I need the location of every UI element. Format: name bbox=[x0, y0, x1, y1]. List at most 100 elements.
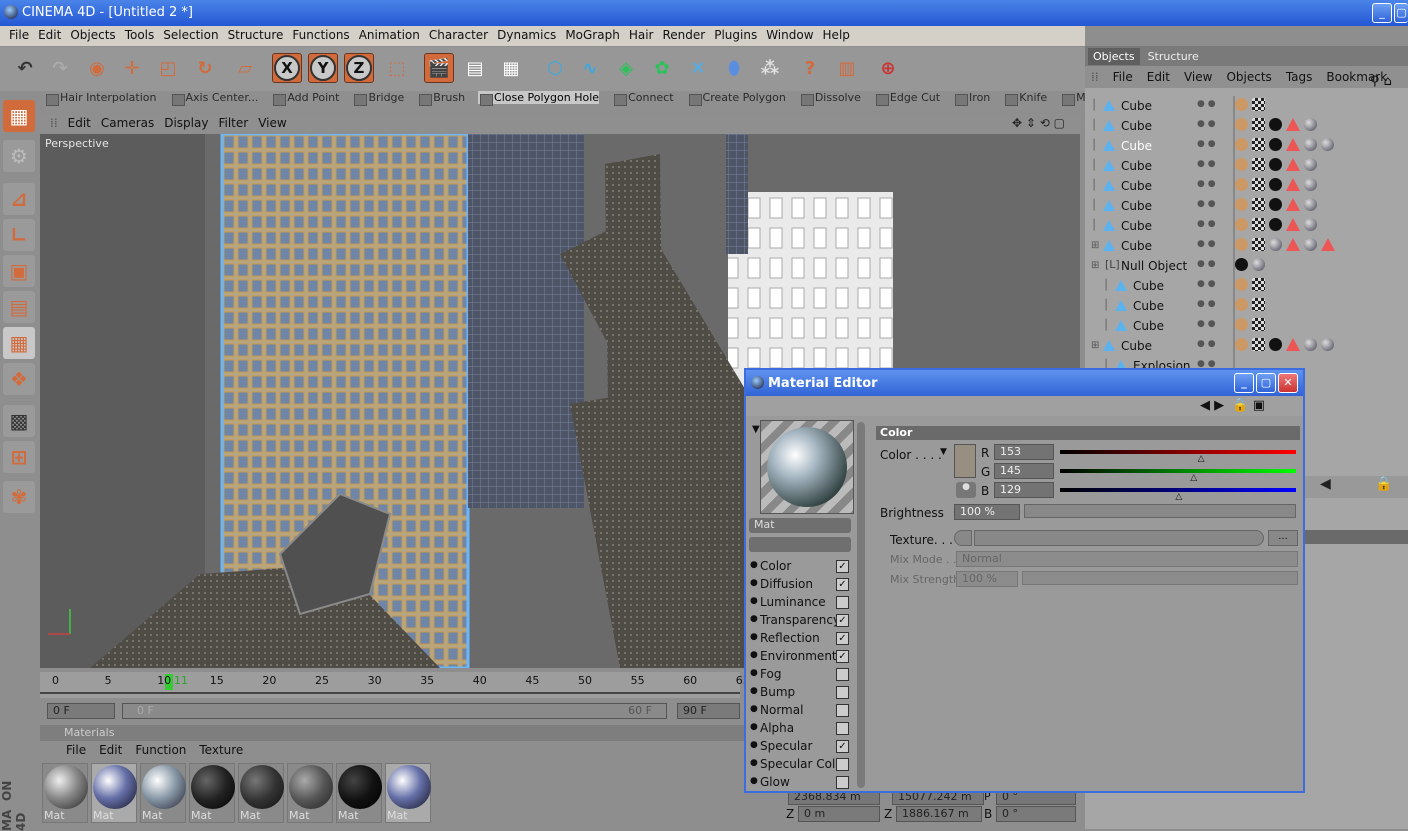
end-frame-field[interactable]: 90 F bbox=[677, 703, 740, 719]
objects-menu-objects[interactable]: Objects bbox=[1226, 66, 1271, 84]
web-icon[interactable]: ⊕ bbox=[873, 53, 903, 83]
materials-menu-file[interactable]: File bbox=[66, 743, 86, 757]
channel-checkbox[interactable] bbox=[836, 758, 849, 771]
tag-icon[interactable] bbox=[1235, 238, 1248, 251]
scene-object-icon[interactable]: ⬮ bbox=[719, 53, 749, 83]
visibility-dots-icon[interactable]: ● ● bbox=[1197, 299, 1216, 309]
objects-menu-view[interactable]: View bbox=[1184, 66, 1212, 84]
mix-strength-field[interactable]: 100 % bbox=[956, 571, 1018, 587]
viewport-menu-filter[interactable]: Filter bbox=[218, 114, 248, 130]
visibility-dots-icon[interactable]: ● ● bbox=[1197, 139, 1216, 149]
tool-hair-interpolation[interactable]: Hair Interpolation bbox=[44, 91, 157, 106]
tag-icon[interactable] bbox=[1269, 198, 1282, 211]
color-swatch[interactable] bbox=[954, 444, 976, 478]
tag-icon[interactable] bbox=[1269, 118, 1282, 131]
object-row[interactable]: │ Cube ● ● bbox=[1085, 176, 1408, 196]
tree-expander-icon[interactable]: │ bbox=[1103, 280, 1109, 291]
tag-icon[interactable] bbox=[1286, 198, 1300, 211]
r-slider-knob[interactable]: △ bbox=[1198, 454, 1205, 464]
menu-window[interactable]: Window bbox=[757, 26, 813, 42]
material-ball[interactable] bbox=[289, 765, 333, 809]
channel-checkbox[interactable] bbox=[836, 776, 849, 789]
nurbs-icon[interactable]: ◈ bbox=[611, 53, 641, 83]
texture-browse-button[interactable]: ... bbox=[1268, 530, 1298, 546]
tree-expander-icon[interactable]: │ bbox=[1103, 320, 1109, 331]
object-row[interactable]: │ Cube ● ● bbox=[1085, 276, 1408, 296]
tag-icon[interactable] bbox=[1235, 178, 1248, 191]
texture-arrow[interactable] bbox=[954, 530, 972, 546]
visibility-dots-icon[interactable]: ● ● bbox=[1197, 339, 1216, 349]
visibility-dots-icon[interactable]: ● ● bbox=[1197, 259, 1216, 269]
object-row[interactable]: │ Cube ● ● bbox=[1085, 316, 1408, 336]
tag-icon[interactable] bbox=[1304, 198, 1317, 211]
z-coord[interactable]: 0 m bbox=[798, 806, 880, 822]
layout-icon[interactable]: ▦ bbox=[3, 100, 35, 132]
menu-plugins[interactable]: Plugins bbox=[705, 26, 757, 42]
tree-expander-icon[interactable]: │ bbox=[1091, 120, 1097, 131]
object-row[interactable]: │ Cube ● ● bbox=[1085, 96, 1408, 116]
visibility-dots-icon[interactable]: ● ● bbox=[1197, 179, 1216, 189]
object-row[interactable]: │ Cube ● ● bbox=[1085, 196, 1408, 216]
editor-maximize-icon[interactable]: ▢ bbox=[1256, 373, 1276, 393]
tag-icon[interactable] bbox=[1235, 338, 1248, 351]
objects-menu-file[interactable]: File bbox=[1113, 66, 1133, 84]
minimize-icon[interactable]: _ bbox=[1372, 3, 1392, 23]
redo-icon[interactable]: ↷ bbox=[45, 53, 75, 83]
tag-icon[interactable] bbox=[1286, 138, 1300, 151]
maximize-icon[interactable]: ▢ bbox=[1394, 3, 1408, 23]
g-slider-knob[interactable]: △ bbox=[1190, 473, 1197, 483]
tag-icon[interactable] bbox=[1252, 338, 1265, 351]
color-picker-button[interactable]: ● bbox=[956, 482, 976, 498]
channel-checkbox[interactable] bbox=[836, 668, 849, 681]
use-model-icon[interactable]: ⚙ bbox=[3, 140, 35, 172]
tag-icon[interactable] bbox=[1286, 218, 1300, 231]
tag-icon[interactable] bbox=[1252, 158, 1265, 171]
object-row[interactable]: │ Cube ● ● bbox=[1085, 136, 1408, 156]
tag-icon[interactable] bbox=[1304, 138, 1317, 151]
tag-icon[interactable] bbox=[1235, 318, 1248, 331]
channel-fog[interactable]: ● Fog bbox=[750, 666, 850, 683]
tag-icon[interactable] bbox=[1321, 338, 1334, 351]
menu-hair[interactable]: Hair bbox=[620, 26, 654, 42]
menu-render[interactable]: Render bbox=[653, 26, 705, 42]
channel-checkbox[interactable] bbox=[836, 704, 849, 717]
tag-icon[interactable] bbox=[1252, 178, 1265, 191]
materials-menu-function[interactable]: Function bbox=[135, 743, 186, 757]
tag-icon[interactable] bbox=[1235, 298, 1248, 311]
channel-transparency[interactable]: ● Transparency ✓ bbox=[750, 612, 850, 629]
brightness-field[interactable]: 100 % bbox=[954, 504, 1020, 520]
model-mode-icon[interactable]: ∟ bbox=[3, 219, 35, 251]
tag-icon[interactable] bbox=[1252, 258, 1265, 271]
channel-bump[interactable]: ● Bump bbox=[750, 684, 850, 701]
channel-color[interactable]: ● Color ✓ bbox=[750, 558, 850, 575]
tag-icon[interactable] bbox=[1235, 118, 1248, 131]
render-picture-icon[interactable]: ▦ bbox=[496, 53, 526, 83]
visibility-dots-icon[interactable]: ● ● bbox=[1197, 219, 1216, 229]
editor-nav-icons[interactable]: ◀ ▶ 🔒 ▣ bbox=[1200, 398, 1265, 413]
tag-icon[interactable] bbox=[1304, 178, 1317, 191]
channel-checkbox[interactable]: ✓ bbox=[836, 578, 849, 591]
animation-mode-icon[interactable]: ❖ bbox=[3, 363, 35, 395]
object-row[interactable]: │ Cube ● ● bbox=[1085, 156, 1408, 176]
tag-icon[interactable] bbox=[1235, 98, 1248, 111]
menu-tools[interactable]: Tools bbox=[116, 26, 155, 42]
tag-icon[interactable] bbox=[1235, 138, 1248, 151]
timeline[interactable]: 11 0 5 10 15 20 25 30 35 40 45 50 55 60 65 bbox=[40, 672, 750, 698]
help-icon[interactable]: ? bbox=[795, 53, 825, 83]
tag-icon[interactable] bbox=[1252, 138, 1265, 151]
g-slider[interactable] bbox=[1060, 469, 1296, 473]
viewport-menu-view[interactable]: View bbox=[258, 114, 286, 130]
tab-structure[interactable]: Structure bbox=[1143, 48, 1204, 65]
render-view-icon[interactable]: 🎬 bbox=[424, 53, 454, 83]
tag-icon[interactable] bbox=[1235, 218, 1248, 231]
z2-coord[interactable]: 1886.167 m bbox=[896, 806, 982, 822]
coordinate-system-icon[interactable]: ⬚ bbox=[382, 53, 412, 83]
channel-reflection[interactable]: ● Reflection ✓ bbox=[750, 630, 850, 647]
mix-mode-select[interactable]: Normal bbox=[956, 551, 1298, 567]
visibility-dots-icon[interactable]: ● ● bbox=[1197, 319, 1216, 329]
tool-brush[interactable]: Brush bbox=[417, 91, 465, 106]
y-axis-button[interactable]: Y bbox=[308, 53, 338, 83]
tree-expander-icon[interactable]: │ bbox=[1091, 140, 1097, 151]
mix-strength-slider[interactable] bbox=[1022, 571, 1298, 585]
menu-file[interactable]: File bbox=[0, 26, 29, 42]
